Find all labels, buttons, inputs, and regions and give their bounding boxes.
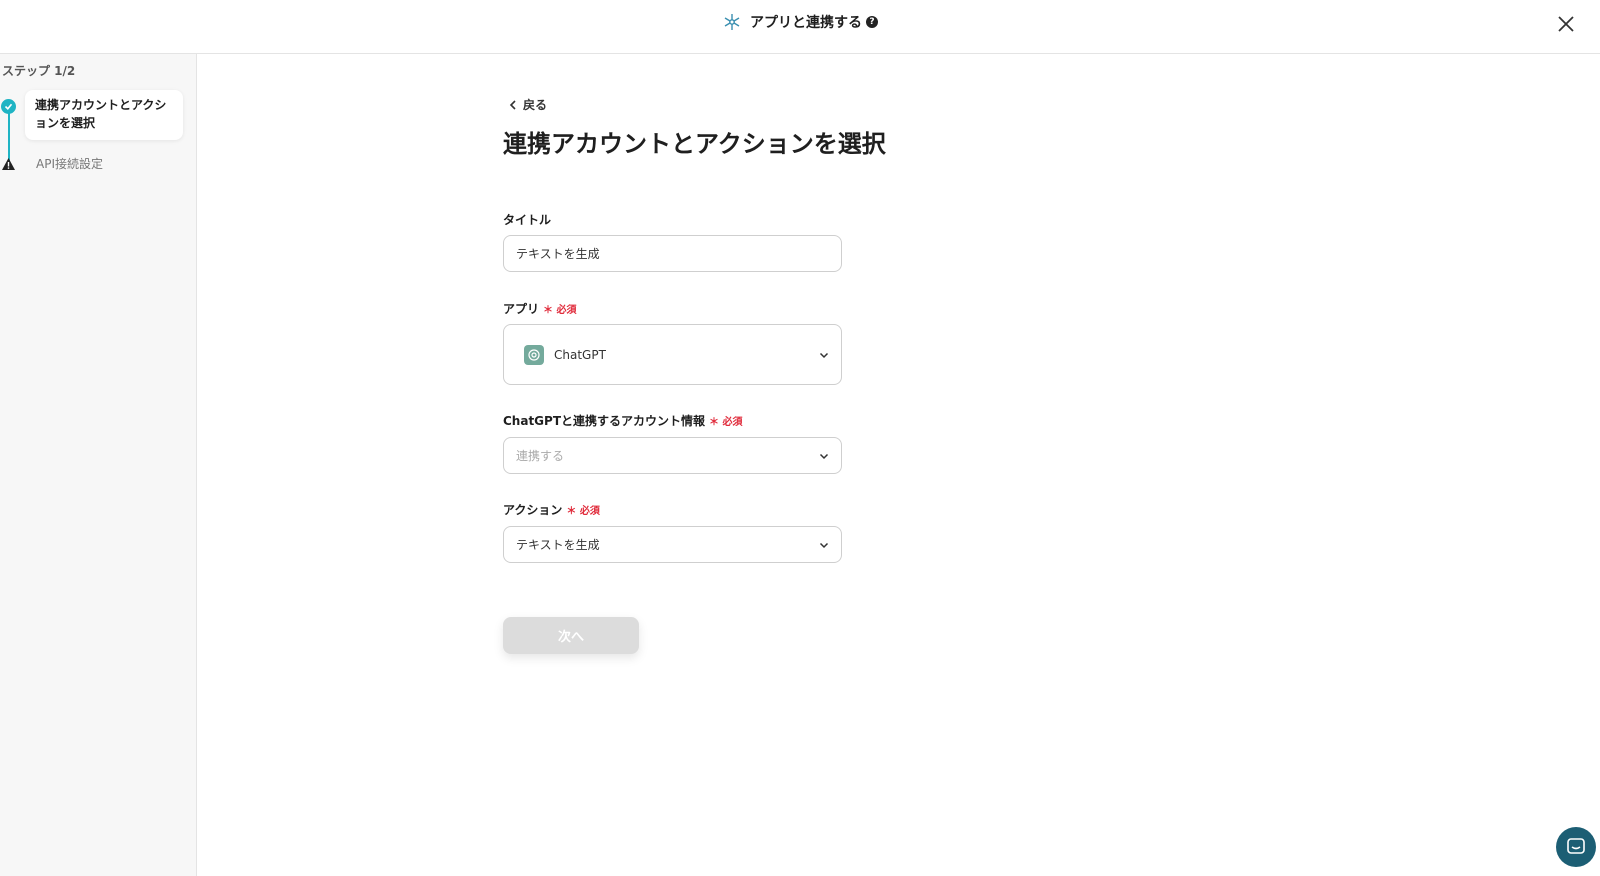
- app-select[interactable]: ChatGPT: [503, 324, 842, 385]
- chat-support-button[interactable]: [1556, 827, 1596, 867]
- chatgpt-icon: [524, 344, 544, 365]
- sidebar-step-1[interactable]: 連携アカウントとアクションを選択: [25, 90, 183, 140]
- chat-icon: [1567, 838, 1585, 854]
- header-title: アプリと連携する: [750, 15, 862, 31]
- next-button[interactable]: 次へ: [503, 617, 639, 654]
- action-select[interactable]: テキストを生成: [503, 526, 842, 563]
- chevron-left-icon: [509, 99, 516, 110]
- check-icon: [1, 99, 16, 114]
- title-input[interactable]: テキストを生成: [503, 235, 842, 272]
- chevron-down-icon: [819, 352, 829, 358]
- page-title: 連携アカウントとアクションを選択: [503, 130, 886, 158]
- top-bar: アプリと連携する ?: [0, 0, 1600, 54]
- chevron-down-icon: [819, 542, 829, 548]
- account-select[interactable]: 連携する: [503, 437, 842, 474]
- account-label: ChatGPTと連携するアカウント情報 ＊ 必須: [503, 414, 743, 428]
- step-count: ステップ 1/2: [2, 64, 76, 78]
- app-label: アプリ ＊ 必須: [503, 302, 577, 316]
- warning-icon: [2, 158, 15, 170]
- back-link[interactable]: 戻る: [509, 96, 547, 113]
- sidebar-step-2[interactable]: API接続設定: [36, 155, 103, 172]
- step-sidebar: ステップ 1/2 連携アカウントとアクションを選択 API接続設定: [0, 54, 197, 876]
- required-badge: ＊ 必須: [543, 305, 577, 316]
- required-badge: ＊ 必須: [566, 506, 600, 517]
- required-badge: ＊ 必須: [709, 417, 743, 428]
- close-button[interactable]: [1554, 12, 1578, 36]
- action-select-value: テキストを生成: [516, 538, 600, 552]
- integration-icon: [724, 14, 740, 30]
- close-icon: [1558, 16, 1574, 32]
- back-label: 戻る: [523, 98, 548, 112]
- header-title-group: アプリと連携する ?: [0, 12, 1600, 32]
- step-connector: [8, 106, 10, 164]
- action-label: アクション ＊ 必須: [503, 503, 600, 517]
- app-select-value: ChatGPT: [554, 347, 606, 362]
- account-select-placeholder: 連携する: [516, 449, 565, 463]
- question-circle-icon[interactable]: ?: [866, 16, 878, 28]
- chevron-down-icon: [819, 453, 829, 459]
- title-label: タイトル: [503, 213, 552, 227]
